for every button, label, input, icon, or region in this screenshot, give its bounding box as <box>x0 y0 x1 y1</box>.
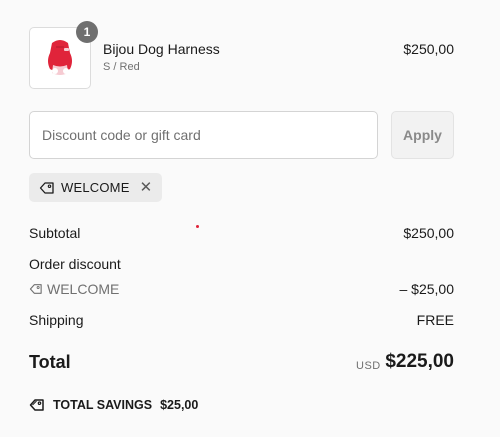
subtotal-value: $250,00 <box>403 225 454 241</box>
decorative-dot <box>196 225 199 228</box>
discount-code-line: WELCOME <box>29 281 119 297</box>
order-discount-label: Order discount <box>29 256 121 272</box>
applied-discount-code: WELCOME <box>61 180 130 195</box>
shipping-label: Shipping <box>29 312 84 328</box>
apply-discount-button[interactable]: Apply <box>391 111 454 159</box>
tag-icon <box>39 181 54 194</box>
total-savings: TOTAL SAVINGS $25,00 <box>29 398 198 412</box>
product-variant: S / Red <box>103 61 140 73</box>
product-name: Bijou Dog Harness <box>103 41 220 57</box>
currency-code: USD <box>356 360 381 372</box>
line-item: 1 Bijou Dog Harness S / Red $250,00 <box>29 21 454 89</box>
savings-label: TOTAL SAVINGS <box>53 398 153 412</box>
discount-code-name: WELCOME <box>47 281 120 297</box>
discount-amount: – $25,00 <box>399 281 455 297</box>
subtotal-label: Subtotal <box>29 225 81 241</box>
product-price: $250,00 <box>403 41 454 57</box>
shipping-value: FREE <box>416 312 454 328</box>
applied-discount-tag: WELCOME ✕ <box>29 173 163 202</box>
quantity-badge: 1 <box>76 21 98 43</box>
remove-discount-icon[interactable]: ✕ <box>140 180 153 195</box>
tag-icon <box>29 284 42 294</box>
total-label: Total <box>29 352 71 372</box>
savings-tag-icon <box>29 399 44 411</box>
savings-value: $25,00 <box>160 398 199 412</box>
total-value: $225,00 <box>385 351 454 372</box>
discount-code-input[interactable] <box>29 111 378 159</box>
dog-harness-product-image <box>48 40 72 75</box>
